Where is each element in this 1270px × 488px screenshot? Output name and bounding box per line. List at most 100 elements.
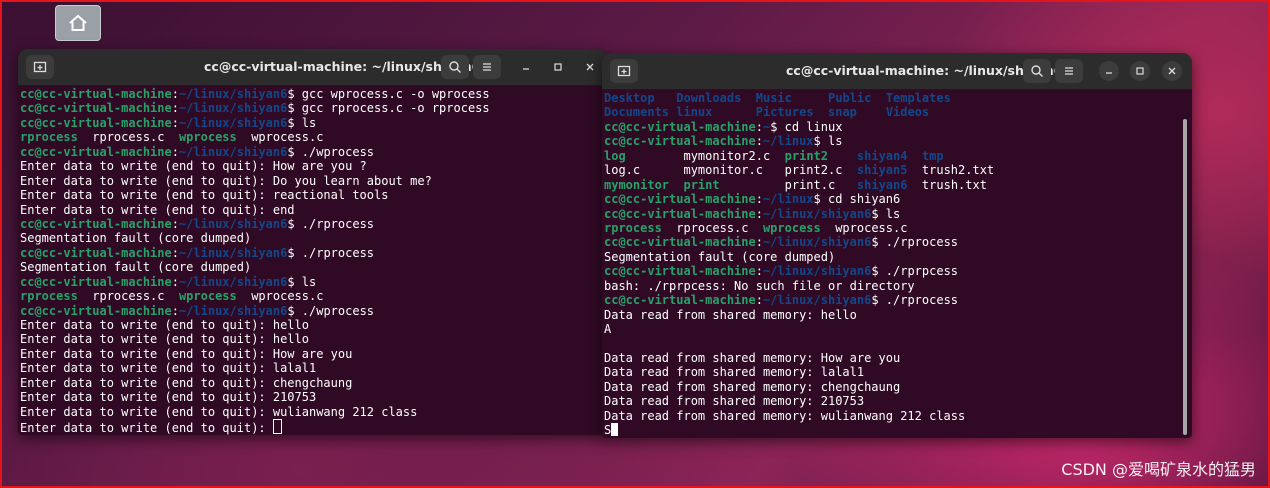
- terminal-text: rprocess.c: [77, 289, 179, 304]
- menu-button[interactable]: [1055, 59, 1083, 83]
- terminal-line: Desktop Downloads Music Public Templates: [604, 91, 1192, 105]
- search-icon: [1031, 65, 1043, 77]
- prompt-user: cc@cc-virtual-machine: [20, 87, 172, 101]
- terminal-line: cc@cc-virtual-machine:~/linux$ ls: [604, 134, 1192, 148]
- prompt-path: ~/linux/shiyan6: [178, 303, 288, 318]
- terminal-text: :: [171, 101, 179, 116]
- terminal-line: Segmentation fault (core dumped): [20, 260, 608, 274]
- search-button[interactable]: [441, 55, 469, 79]
- prompt-user: cc@cc-virtual-machine: [20, 245, 172, 260]
- prompt-path: ~/linux/shiyan6: [762, 293, 872, 308]
- terminal-text: Segmentation fault (core dumped): [604, 249, 836, 264]
- terminal-text: Enter data to write (end to quit): Do yo…: [20, 173, 432, 188]
- terminal-text: Enter data to write (end to quit): lalal…: [20, 361, 317, 376]
- new-tab-icon: [33, 61, 47, 73]
- close-icon: [1168, 67, 1176, 75]
- terminal-text: :: [171, 87, 179, 101]
- home-folder-icon[interactable]: [55, 5, 101, 41]
- terminal-line: log mymonitor2.c print2 shiyan4 tmp: [604, 149, 1192, 163]
- executable-entry: rprocess: [604, 220, 662, 235]
- prompt-user: cc@cc-virtual-machine: [604, 134, 756, 149]
- terminal-text: Data read from shared memory: wulianwang…: [604, 408, 966, 423]
- prompt-path: ~/linux/shiyan6: [178, 245, 288, 260]
- executable-entry: wprocess: [178, 289, 237, 304]
- terminal-text: Data read from shared memory: 210753: [604, 394, 865, 409]
- prompt-user: cc@cc-virtual-machine: [20, 303, 172, 318]
- terminal-text: :: [171, 144, 179, 159]
- directory-entry: Templates: [885, 91, 951, 105]
- maximize-icon: [1136, 67, 1144, 75]
- terminal-text: wprocess.c: [236, 289, 324, 304]
- terminal-line: rprocess rprocess.c wprocess wprocess.c: [604, 221, 1192, 235]
- minimize-icon: [1106, 72, 1112, 74]
- terminal-line: Data read from shared memory: hello: [604, 308, 1192, 322]
- prompt-user: cc@cc-virtual-machine: [604, 264, 756, 279]
- prompt-user: cc@cc-virtual-machine: [20, 101, 172, 116]
- terminal-text: $ ./rprocess: [287, 216, 375, 231]
- maximize-button[interactable]: [548, 57, 568, 77]
- terminal-line: Data read from shared memory: 210753: [604, 394, 1192, 408]
- executable-entry: wprocess: [762, 220, 821, 235]
- left-terminal-output[interactable]: cc@cc-virtual-machine:~/linux/shiyan6$ g…: [18, 87, 608, 435]
- maximize-button[interactable]: [1130, 61, 1150, 81]
- terminal-text: Segmentation fault (core dumped): [20, 260, 252, 275]
- terminal-text: :: [755, 134, 763, 149]
- terminal-line: Segmentation fault (core dumped): [20, 231, 608, 245]
- window-title: cc@cc-virtual-machine: ~/linux/shiyan6: [204, 59, 481, 74]
- close-button[interactable]: [1162, 61, 1182, 81]
- terminal-text: $ ./rprocess: [287, 245, 375, 260]
- maximize-icon: [554, 63, 562, 71]
- menu-button[interactable]: [473, 55, 501, 79]
- terminal-text: :: [755, 235, 763, 250]
- minimize-button[interactable]: [516, 57, 536, 77]
- directory-entry: tmp: [921, 148, 944, 163]
- terminal-text: $ ./rprocess: [871, 293, 959, 308]
- terminal-line: Enter data to write (end to quit): hello: [20, 332, 608, 346]
- left-titlebar[interactable]: cc@cc-virtual-machine: ~/linux/shiyan6: [18, 49, 608, 86]
- close-button[interactable]: [580, 57, 600, 77]
- window-title: cc@cc-virtual-machine: ~/linux/shiyan6: [786, 63, 1063, 78]
- right-terminal-window[interactable]: cc@cc-virtual-machine: ~/linux/shiyan6 D…: [602, 53, 1192, 438]
- hamburger-menu-icon: [483, 63, 491, 71]
- left-terminal-window[interactable]: cc@cc-virtual-machine: ~/linux/shiyan6 c…: [18, 49, 608, 435]
- terminal-text: bash: ./rprpcess: No such file or direct…: [604, 278, 915, 293]
- terminal-text: A: [604, 322, 612, 336]
- new-tab-button[interactable]: [610, 59, 638, 83]
- terminal-line: log.c mymonitor.c print2.c shiyan5 trush…: [604, 163, 1192, 177]
- terminal-text: $ ./rprocess: [871, 235, 959, 250]
- executable-entry: mymonitor: [604, 177, 670, 192]
- text-cursor: [611, 423, 619, 437]
- right-titlebar[interactable]: cc@cc-virtual-machine: ~/linux/shiyan6: [602, 53, 1192, 90]
- prompt-user: cc@cc-virtual-machine: [604, 235, 756, 250]
- terminal-text: Enter data to write (end to quit): 21075…: [20, 390, 317, 405]
- vertical-scrollbar[interactable]: [1183, 119, 1187, 435]
- directory-entry: Videos: [885, 105, 930, 120]
- executable-entry: rprocess: [20, 289, 78, 304]
- terminal-text: $ ./wprocess: [287, 144, 375, 159]
- terminal-text: Data read from shared memory: chengchaun…: [604, 379, 901, 394]
- prompt-user: cc@cc-virtual-machine: [20, 216, 172, 231]
- terminal-text: Enter data to write (end to quit): hello: [20, 332, 309, 347]
- terminal-text: :: [171, 115, 179, 130]
- terminal-text: :: [171, 216, 179, 231]
- terminal-text: $ cd shiyan6: [813, 192, 901, 207]
- terminal-line: cc@cc-virtual-machine:~/linux/shiyan6$ l…: [20, 116, 608, 130]
- prompt-user: cc@cc-virtual-machine: [604, 206, 756, 221]
- minimize-button[interactable]: [1099, 61, 1119, 81]
- search-button[interactable]: [1023, 59, 1051, 83]
- new-tab-button[interactable]: [26, 55, 54, 79]
- terminal-line: Enter data to write (end to quit): 21075…: [20, 390, 608, 404]
- terminal-line: Enter data to write (end to quit): cheng…: [20, 376, 608, 390]
- terminal-text: :: [755, 293, 763, 308]
- terminal-text: Enter data to write (end to quit): How a…: [20, 346, 353, 361]
- terminal-line: cc@cc-virtual-machine:~/linux/shiyan6$ .…: [604, 235, 1192, 249]
- terminal-line: mymonitor print print.c shiyan6 trush.tx…: [604, 178, 1192, 192]
- right-terminal-output[interactable]: Desktop Downloads Music Public Templates…: [602, 91, 1192, 438]
- terminal-line: rprocess rprocess.c wprocess wprocess.c: [20, 289, 608, 303]
- terminal-text: $ ls: [287, 115, 317, 130]
